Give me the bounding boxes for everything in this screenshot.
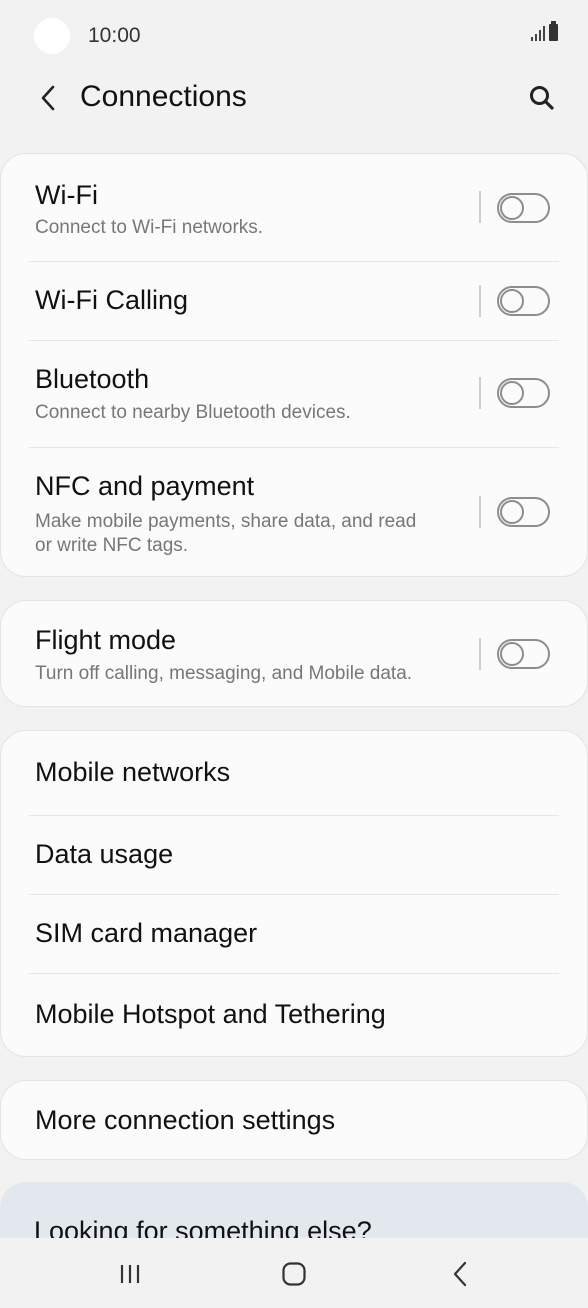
setting-title: NFC and payment — [35, 471, 255, 501]
battery-icon — [549, 21, 558, 41]
setting-row-mobile-networks[interactable]: Mobile networks — [1, 731, 587, 815]
status-bar: 10:00 — [0, 0, 588, 72]
recent-apps-icon — [120, 1265, 140, 1283]
divider — [479, 191, 481, 223]
setting-title: Data usage — [35, 839, 174, 869]
setting-row-bluetooth[interactable]: Bluetooth Connect to nearby Bluetooth de… — [1, 340, 587, 447]
divider — [479, 285, 481, 317]
signal-icon — [531, 25, 545, 41]
bluetooth-toggle[interactable] — [497, 378, 550, 408]
page-title: Connections — [80, 80, 247, 113]
navigation-bar — [0, 1238, 588, 1308]
setting-row-nfc[interactable]: NFC and payment Make mobile payments, sh… — [1, 447, 587, 576]
setting-subtitle-line-1: Make mobile payments, share data, and re… — [35, 511, 417, 532]
setting-title: Flight mode — [35, 625, 177, 655]
setting-row-mobile-hotspot[interactable]: Mobile Hotspot and Tethering — [1, 973, 587, 1056]
setting-subtitle: Turn off calling, messaging, and Mobile … — [35, 663, 413, 684]
toggle-knob — [500, 196, 524, 220]
setting-row-wifi[interactable]: Wi-Fi Connect to Wi-Fi networks. — [1, 154, 587, 261]
setting-row-more-connection-settings[interactable]: More connection settings — [1, 1081, 587, 1159]
nav-back-button[interactable] — [430, 1252, 490, 1296]
flight-mode-toggle[interactable] — [497, 639, 550, 669]
back-icon — [453, 1261, 467, 1287]
divider — [479, 496, 481, 528]
setting-row-flight-mode[interactable]: Flight mode Turn off calling, messaging,… — [1, 601, 587, 706]
recent-apps-button[interactable] — [100, 1252, 160, 1296]
setting-row-wifi-calling[interactable]: Wi-Fi Calling — [1, 261, 587, 340]
wifi-calling-toggle[interactable] — [497, 286, 550, 316]
setting-title: SIM card manager — [35, 918, 258, 948]
home-button[interactable] — [264, 1252, 324, 1296]
status-time: 10:00 — [88, 24, 141, 47]
divider — [479, 638, 481, 670]
setting-row-sim-card-manager[interactable]: SIM card manager — [1, 894, 587, 973]
status-icons — [531, 21, 558, 41]
settings-group-more: More connection settings — [0, 1080, 588, 1160]
toggle-knob — [500, 289, 524, 313]
setting-subtitle: Connect to Wi-Fi networks. — [35, 217, 264, 238]
app-bar: Connections — [0, 72, 588, 124]
setting-subtitle: Connect to nearby Bluetooth devices. — [35, 402, 351, 423]
settings-group-wireless: Wi-Fi Connect to Wi-Fi networks. Wi-Fi C… — [0, 153, 588, 577]
search-icon — [530, 86, 554, 110]
toggle-knob — [500, 500, 524, 524]
home-icon — [282, 1262, 306, 1286]
toggle-knob — [500, 642, 524, 666]
back-chevron-icon — [41, 85, 55, 111]
settings-group-mobile: Mobile networks Data usage SIM card mana… — [0, 730, 588, 1057]
wifi-toggle[interactable] — [497, 193, 550, 223]
setting-title: More connection settings — [35, 1105, 336, 1135]
setting-title: Mobile Hotspot and Tethering — [35, 999, 386, 1029]
toggle-knob — [500, 381, 524, 405]
setting-title: Wi-Fi Calling — [35, 285, 189, 315]
nfc-toggle[interactable] — [497, 497, 550, 527]
setting-subtitle-line-2: or write NFC tags. — [35, 535, 189, 556]
setting-row-data-usage[interactable]: Data usage — [1, 815, 587, 894]
settings-group-flight: Flight mode Turn off calling, messaging,… — [0, 600, 588, 707]
setting-title: Wi-Fi — [35, 180, 98, 210]
camera-cutout — [34, 18, 70, 54]
setting-title: Bluetooth — [35, 364, 150, 394]
divider — [479, 377, 481, 409]
back-button[interactable] — [28, 78, 68, 118]
setting-title: Mobile networks — [35, 757, 231, 787]
search-button[interactable] — [522, 78, 562, 118]
